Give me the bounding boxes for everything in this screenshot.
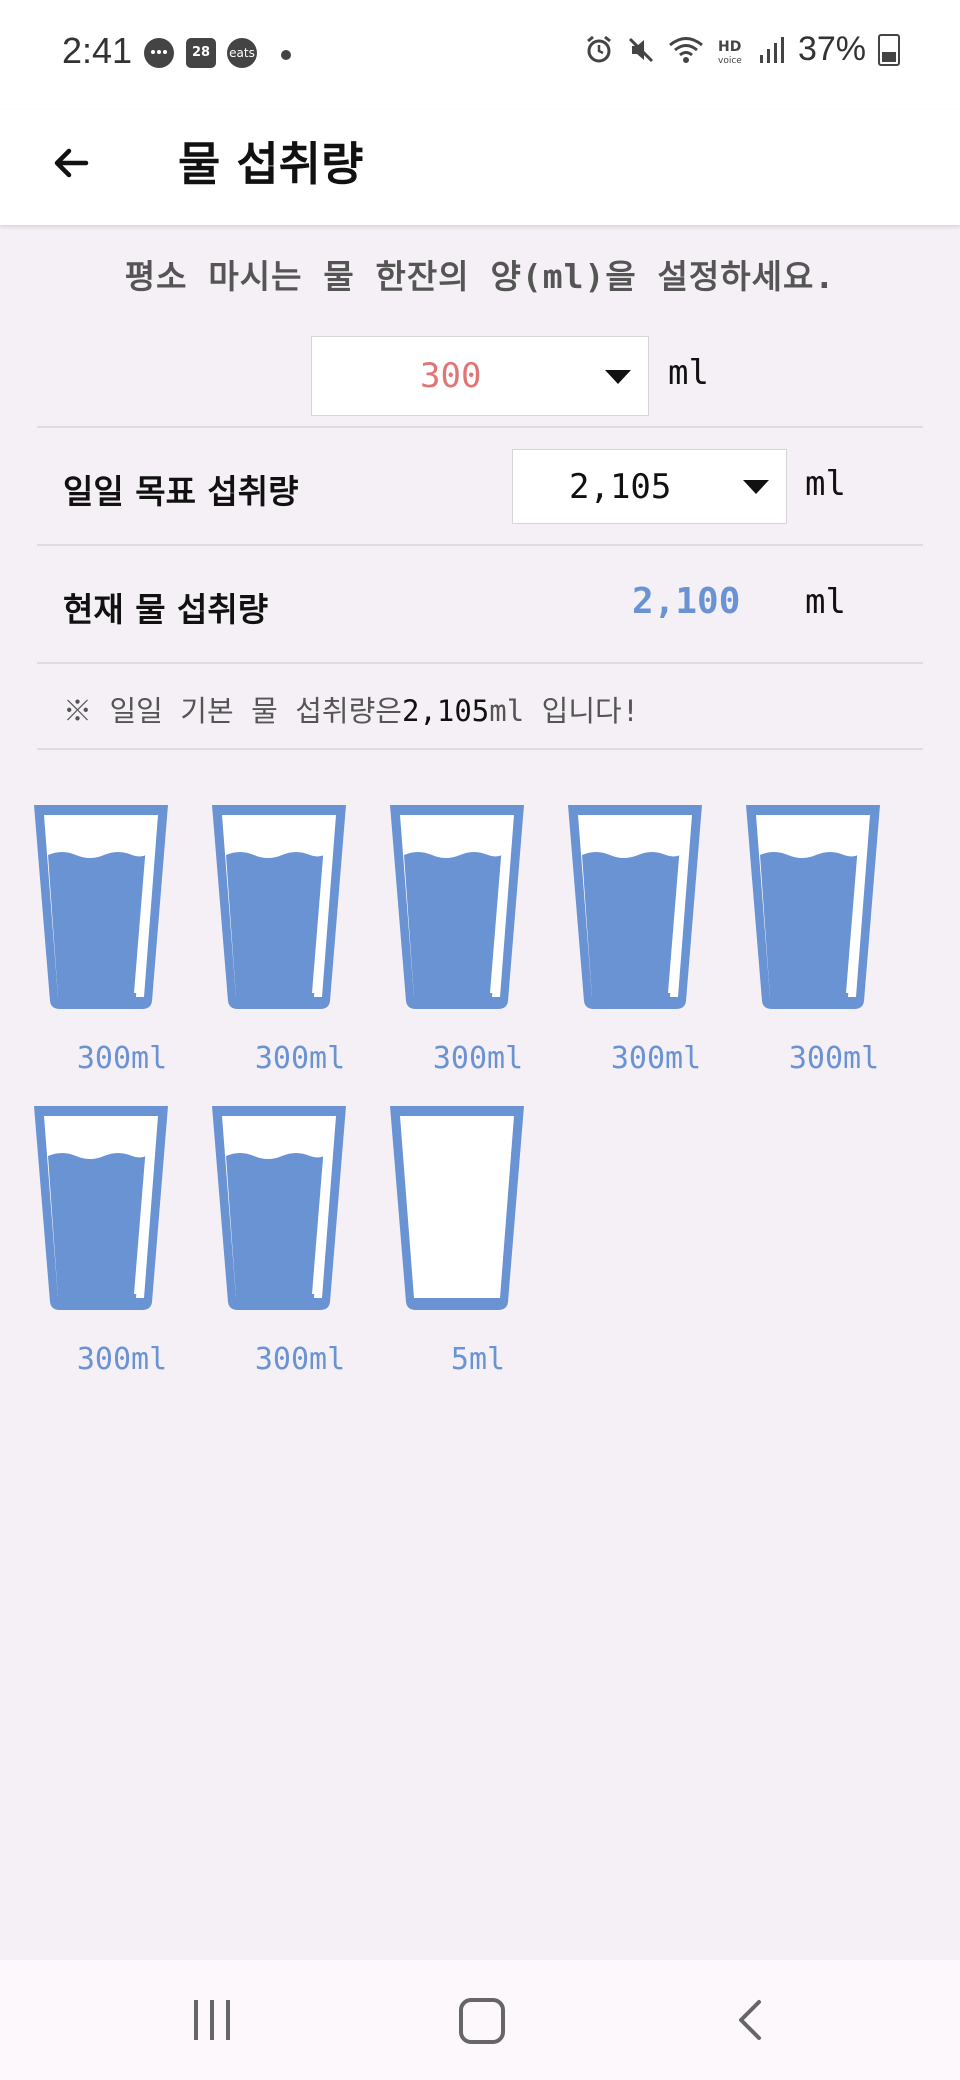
- water-cup[interactable]: 300ml: [212, 1106, 362, 1396]
- water-glass-full-icon: [390, 805, 524, 1009]
- cup-amount-label: 300ml: [610, 1041, 702, 1076]
- navigation-bar: [0, 1960, 960, 2080]
- cup-size-value: 300: [420, 356, 482, 396]
- wifi-icon: [668, 36, 703, 63]
- water-cup[interactable]: 300ml: [34, 805, 184, 1095]
- calendar-28-icon: 28: [186, 38, 216, 68]
- status-bar: 2:41 28 eats HD voice 37%: [0, 0, 960, 110]
- svg-text:voice: voice: [718, 56, 742, 65]
- water-cup[interactable]: 5ml: [390, 1106, 540, 1396]
- instruction-text: 평소 마시는 물 한잔의 양(ml)을 설정하세요.: [124, 257, 836, 296]
- chat-bubble-icon: [144, 38, 174, 68]
- page-title: 물 섭취량: [178, 137, 364, 191]
- current-intake-value: 2,100: [632, 581, 741, 622]
- home-icon[interactable]: [459, 1998, 505, 2044]
- cup-size-unit: ml: [668, 353, 709, 393]
- water-glass-full-icon: [212, 1106, 346, 1310]
- divider: [37, 426, 923, 428]
- water-cup[interactable]: 300ml: [212, 805, 362, 1095]
- note-prefix: ※ 일일 기본 물 섭취량은: [63, 694, 402, 728]
- arrow-left-icon: [54, 148, 89, 178]
- more-notifications-dot: [281, 50, 291, 60]
- cup-amount-label: 300ml: [76, 1342, 168, 1377]
- cup-size-dropdown[interactable]: 300: [311, 336, 649, 416]
- chevron-down-icon: [605, 370, 631, 384]
- water-glass-empty-icon: [390, 1106, 524, 1310]
- water-cup[interactable]: 300ml: [568, 805, 718, 1095]
- status-time: 2:41: [62, 30, 133, 71]
- water-cup[interactable]: 300ml: [746, 805, 896, 1095]
- svg-text:HD: HD: [718, 39, 741, 55]
- cup-amount-label: 300ml: [76, 1041, 168, 1076]
- divider: [37, 544, 923, 546]
- note-amount: 2,105: [401, 694, 490, 728]
- battery-percent: 37%: [797, 30, 866, 68]
- hd-voice-icon: HDvoice: [718, 39, 742, 65]
- cup-amount-label: 300ml: [254, 1041, 346, 1076]
- cup-amount-label: 300ml: [254, 1342, 346, 1377]
- signal-icon: [759, 36, 784, 63]
- mute-icon: [628, 37, 653, 62]
- current-intake-label: 현재 물 섭취량: [63, 590, 269, 629]
- cup-amount-label: 5ml: [450, 1342, 506, 1377]
- daily-goal-label: 일일 목표 섭취량: [63, 472, 299, 511]
- water-cup[interactable]: 300ml: [390, 805, 540, 1095]
- cup-amount-label: 300ml: [788, 1041, 880, 1076]
- divider: [37, 662, 923, 664]
- app-bar: 물 섭취량: [0, 110, 960, 225]
- chevron-down-icon: [743, 480, 769, 494]
- default-intake-note: ※ 일일 기본 물 섭취량은2,105ml 입니다!: [63, 688, 639, 730]
- back-icon[interactable]: [735, 1998, 765, 2042]
- daily-goal-value: 2,105: [569, 466, 672, 507]
- note-suffix: ml 입니다!: [489, 694, 640, 728]
- water-glass-full-icon: [212, 805, 346, 1009]
- battery-icon: [878, 33, 900, 66]
- water-glass-full-icon: [746, 805, 880, 1009]
- water-glass-full-icon: [34, 805, 168, 1009]
- status-right: HD voice 37%: [584, 30, 900, 69]
- water-glass-full-icon: [34, 1106, 168, 1310]
- water-glass-full-icon: [568, 805, 702, 1009]
- recent-apps-icon[interactable]: [190, 2000, 234, 2040]
- daily-goal-dropdown[interactable]: 2,105: [512, 449, 787, 524]
- back-button[interactable]: [42, 132, 102, 192]
- cup-amount-label: 300ml: [432, 1041, 524, 1076]
- daily-goal-unit: ml: [805, 464, 846, 504]
- current-intake-unit: ml: [805, 582, 846, 622]
- divider: [37, 748, 923, 750]
- coupang-eats-icon: eats: [227, 38, 257, 68]
- alarm-icon: [587, 35, 611, 62]
- water-cup[interactable]: 300ml: [34, 1106, 184, 1396]
